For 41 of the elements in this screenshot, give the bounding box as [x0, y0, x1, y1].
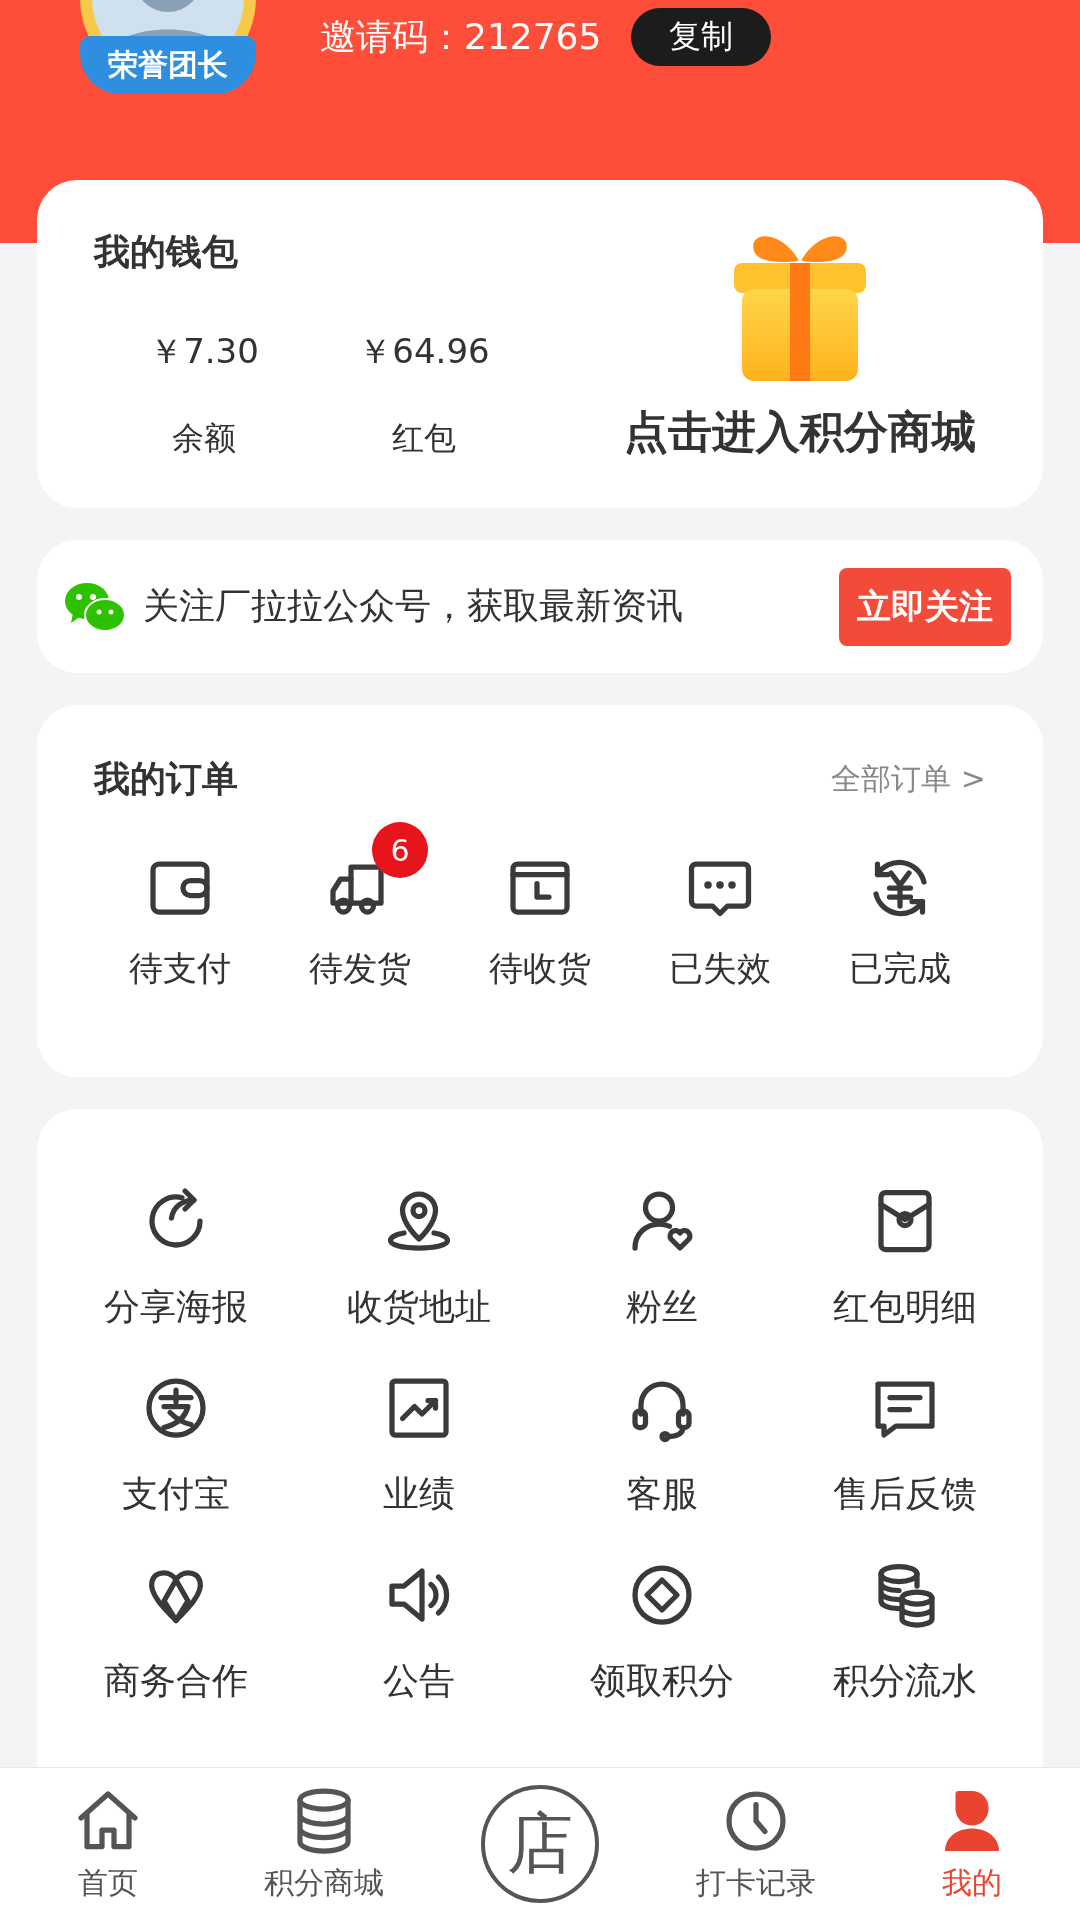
service-label[interactable]: 领取积分	[589, 1657, 734, 1706]
service-label[interactable]: 积分流水	[832, 1657, 977, 1706]
order-status-label[interactable]: 待支付	[129, 946, 231, 992]
nav-tab[interactable]: 打卡记录	[648, 1768, 864, 1920]
nav-label: 积分商城	[264, 1863, 384, 1902]
service-label[interactable]: 红包明细	[832, 1283, 977, 1332]
service-label[interactable]: 分享海报	[103, 1283, 248, 1332]
service-label[interactable]: 售后反馈	[832, 1470, 977, 1519]
nav-label: 首页	[78, 1863, 138, 1902]
balance-amount: ￥64.96	[358, 330, 490, 373]
service-label[interactable]: 客服	[625, 1470, 698, 1519]
invite-code: 邀请码：212765	[320, 14, 602, 59]
nav-tab[interactable]: 我的	[864, 1768, 1080, 1920]
orders-title: 我的订单	[94, 757, 238, 801]
follow-button[interactable]: 立即关注	[839, 567, 1011, 646]
balance-amount: ￥7.30	[149, 330, 259, 373]
nav-label: 打卡记录	[696, 1863, 816, 1902]
order-status-label[interactable]: 已完成	[849, 946, 951, 992]
copy-button[interactable]: 复制	[631, 8, 772, 66]
service-label[interactable]: 支付宝	[121, 1470, 230, 1519]
service-label[interactable]: 收货地址	[346, 1283, 491, 1332]
points-mall-link[interactable]: 点击进入积分商城	[624, 403, 976, 462]
service-label[interactable]: 粉丝	[625, 1283, 698, 1332]
service-label[interactable]: 公告	[382, 1657, 455, 1706]
nav-label: 我的	[942, 1863, 1002, 1902]
service-label[interactable]: 商务合作	[103, 1657, 248, 1706]
badge-ribbon: 荣誉团长	[80, 36, 256, 94]
count-badge: 6	[372, 822, 428, 878]
wallet-title: 我的钱包	[94, 230, 239, 274]
balance-label: 红包	[392, 418, 456, 459]
nav-tab[interactable]: 店	[432, 1768, 648, 1920]
order-status-label[interactable]: 已失效	[669, 946, 771, 992]
balance-label: 余额	[172, 418, 236, 459]
store-emblem[interactable]: 店	[481, 1785, 599, 1903]
order-status-label[interactable]: 待收货	[489, 946, 591, 992]
service-label[interactable]: 业绩	[382, 1470, 455, 1519]
nav-tab[interactable]: 首页	[0, 1768, 216, 1920]
all-orders-link[interactable]: 全部订单 >	[831, 759, 986, 800]
follow-text: 关注厂拉拉公众号，获取最新资讯	[143, 584, 684, 628]
nav-tab[interactable]: 积分商城	[216, 1768, 432, 1920]
order-status-label[interactable]: 待发货	[309, 946, 411, 992]
